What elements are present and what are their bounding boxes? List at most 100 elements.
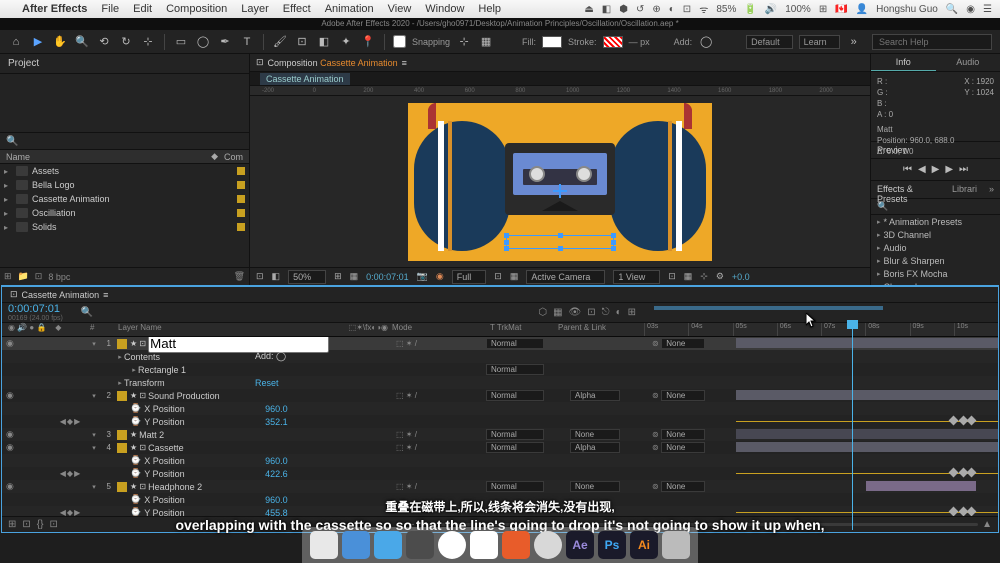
effects-category[interactable]: Audio [871,241,1000,254]
timeline-search-icon[interactable]: 🔍 [81,307,93,318]
tl-icon[interactable]: ⎋ [602,307,610,318]
prev-kf-icon[interactable]: ◀ [60,469,66,478]
channel-icon[interactable]: ◧ [272,271,281,282]
wifi-icon[interactable]: ᯤ [699,2,708,16]
dock-app-icon[interactable] [406,531,434,559]
dock-app-icon[interactable] [438,531,466,559]
tab-menu-icon[interactable]: ≡ [103,290,108,300]
switches-column[interactable]: ⬚✶\fx◐◑◉ [298,323,392,336]
icon[interactable]: ⊹ [700,271,708,282]
menu-window[interactable]: Window [425,3,464,15]
project-column-header[interactable]: Name ◆ Com [0,150,249,164]
parent-select[interactable]: None [661,429,705,440]
shy-icon[interactable]: 👁 [569,307,582,318]
add-kf-icon[interactable]: ◆ [67,508,73,516]
zoom-in-icon[interactable]: ▲ [982,519,992,530]
property-value[interactable]: 455.8 [265,508,386,517]
property-value[interactable]: 960.0 [265,404,386,414]
home-icon[interactable]: ⌂ [8,34,24,50]
rotate-tool-icon[interactable]: ↻ [118,34,134,50]
parent-select[interactable]: None [661,442,705,453]
snapping-checkbox[interactable] [393,35,406,48]
blend-mode-select[interactable]: Normal [486,338,544,349]
layer-bar[interactable] [736,429,998,439]
preview-tab[interactable]: Preview [871,142,1000,159]
playhead[interactable] [852,323,853,530]
timeline-tab[interactable]: ⊡ Cassette Animation ≡ [2,287,998,303]
layer-bar[interactable] [736,442,998,452]
pickwhip-icon[interactable]: ⊚ [652,391,659,400]
add-kf-icon[interactable]: ◆ [67,469,73,478]
time-ruler[interactable]: 03s04s05s06s07s08s09s10s [642,323,998,336]
cc-icon[interactable]: ⊞ [819,4,827,15]
next-frame-icon[interactable]: ▶ [945,164,953,175]
project-folder[interactable]: ▸Solids [0,220,249,234]
menu-edit[interactable]: Edit [133,3,152,15]
timeline-row[interactable]: ◀◆▶⌚ Y Position422.6 [2,467,998,480]
puppet-tool-icon[interactable]: 📍 [360,34,376,50]
pickwhip-icon[interactable]: ⊚ [652,443,659,452]
menu-help[interactable]: Help [478,3,501,15]
property-value[interactable]: 422.6 [265,469,386,479]
app-name[interactable]: After Effects [22,3,87,15]
icon[interactable]: ▦ [684,271,693,282]
stroke-px[interactable]: — px [629,37,650,47]
selection-bounding-box[interactable] [506,235,614,249]
keyframe-icon[interactable] [949,507,959,516]
project-folder[interactable]: ▸Assets [0,164,249,178]
keyframe-icon[interactable] [967,416,977,426]
pickwhip-icon[interactable]: ⊚ [652,430,659,439]
interpret-icon[interactable]: ⊞ [4,271,12,282]
fill-swatch[interactable] [542,36,562,48]
exposure-value[interactable]: +0.0 [732,272,750,282]
comp-tab-label[interactable]: Composition Cassette Animation [268,58,398,68]
prev-kf-icon[interactable]: ◀ [60,417,66,426]
property-value[interactable]: 960.0 [265,495,386,505]
label-color[interactable] [117,339,127,349]
mode-column[interactable]: Mode [392,323,476,336]
effects-category[interactable]: Blur & Sharpen [871,254,1000,267]
twirl-icon[interactable]: ▸ [116,353,124,361]
twirl-icon[interactable]: ▾ [90,483,98,491]
hand-tool-icon[interactable]: ✋ [52,34,68,50]
property-value[interactable]: 352.1 [265,417,386,427]
dock-app-icon[interactable]: Ai [630,531,658,559]
dock-app-icon[interactable]: Ae [566,531,594,559]
timeline-row[interactable]: ◉▾5★ ⊡ Headphone 2⬚ ✶ /NormalNone⊚ None [2,480,998,493]
twirl-icon[interactable]: ▾ [90,340,98,348]
help-search-input[interactable] [872,34,992,50]
trkmat-select[interactable]: None [570,429,620,440]
twirl-icon[interactable]: ▸ [116,379,124,387]
visibility-icon[interactable]: ◉ [6,481,14,492]
user-icon[interactable]: 👤 [856,4,868,15]
tl-icon[interactable]: ▦ [553,307,562,318]
zoom-slider[interactable] [418,523,978,526]
timeline-row[interactable]: ◉▾4★ ⊡ Cassette⬚ ✶ /NormalAlpha⊚ None [2,441,998,454]
pickwhip-icon[interactable]: ⊚ [652,339,659,348]
timeline-row[interactable]: ⌚ X Position960.0 [2,454,998,467]
last-frame-icon[interactable]: ⏭ [959,164,968,175]
menu-animation[interactable]: Animation [325,3,374,15]
effects-category[interactable]: * Animation Presets [871,215,1000,228]
menubar-icon[interactable]: ◐ [669,4,675,15]
dock-app-icon[interactable] [374,531,402,559]
project-folder[interactable]: ▸Cassette Animation [0,192,249,206]
tab-info[interactable]: Info [871,54,936,71]
spotlight-icon[interactable]: 🔍 [946,4,958,15]
alpha-icon[interactable]: ⊡ [256,271,264,282]
keyframe-icon[interactable] [967,468,977,478]
grid-icon[interactable]: ▦ [350,271,359,282]
index-column[interactable]: # [90,323,118,336]
property-value[interactable]: 960.0 [265,456,386,466]
trkmat-column[interactable]: T TrkMat [476,323,558,336]
play-icon[interactable]: ▶ [932,164,940,175]
stroke-swatch[interactable] [603,36,623,48]
pen-tool-icon[interactable]: ✒ [217,34,233,50]
dock-app-icon[interactable] [310,531,338,559]
menubar-icon[interactable]: ⊡ [683,4,691,15]
keyframe-icon[interactable] [949,416,959,426]
visibility-icon[interactable]: ◉ [6,338,14,349]
dock-app-icon[interactable] [342,531,370,559]
menubar-icon[interactable]: ⏏ [584,4,593,15]
layer-bar[interactable] [736,338,998,348]
